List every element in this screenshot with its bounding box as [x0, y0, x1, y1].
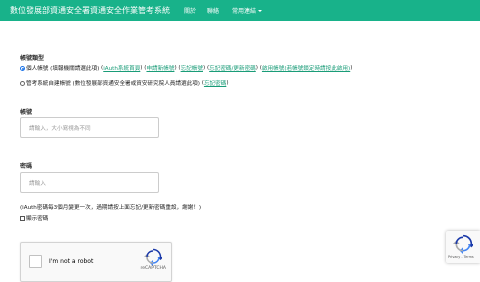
- nav-about-link[interactable]: 關於: [184, 6, 196, 15]
- forgot-password-link[interactable]: 忘記密碼/更新密碼: [209, 64, 256, 72]
- password-input[interactable]: 請輸入: [20, 172, 159, 193]
- caret-down-icon: [258, 9, 263, 12]
- password-label: 密碼: [20, 163, 33, 170]
- personal-account-row: 個人帳號 (填報機關請選此項) (iAuth系統首頁) (申請新帳號) (忘記帳…: [20, 64, 352, 72]
- builtin-account-text: 管考系統自建帳號 (數位發展部資通安全署或資安研究院人員請選此項): [26, 81, 200, 87]
- recaptcha-logo-icon: [144, 248, 162, 266]
- builtin-account-row: 管考系統自建帳號 (數位發展部資通安全署或資安研究院人員請選此項) (忘記密碼): [20, 79, 229, 87]
- nav-contact-link[interactable]: 聯絡: [207, 6, 219, 15]
- recaptcha-badge-icon: [453, 234, 473, 254]
- personal-account-text: 個人帳號 (填報機關請選此項): [26, 66, 100, 72]
- forgot-account-link[interactable]: 忘記帳號: [181, 64, 203, 72]
- recaptcha-widget: I'm not a robot reCAPTCHA: [20, 242, 172, 282]
- top-navbar: 數位發展部資通安全署資通安全作業管考系統 關於 聯絡 常用連結: [0, 0, 480, 21]
- recaptcha-brand: reCAPTCHA: [140, 266, 166, 271]
- recaptcha-badge[interactable]: Privacy - Terms: [446, 231, 480, 263]
- username-input[interactable]: 請輸入，大小寫視為不同: [20, 117, 159, 138]
- activate-account-link[interactable]: 啟用帳號(若帳號鎖定時請按此啟用): [262, 64, 350, 72]
- iauth-home-link[interactable]: iAuth系統首頁: [103, 64, 140, 72]
- username-label: 帳號: [20, 109, 33, 116]
- show-password-label[interactable]: 顯示密碼: [26, 214, 48, 222]
- site-brand[interactable]: 數位發展部資通安全署資通安全作業管考系統: [10, 5, 170, 16]
- account-type-label: 帳號類型: [20, 55, 45, 62]
- recaptcha-label: I'm not a robot: [49, 258, 94, 265]
- builtin-forgot-password-link[interactable]: 忘記密碼: [204, 79, 226, 87]
- builtin-account-radio[interactable]: [20, 80, 25, 86]
- personal-account-radio[interactable]: [20, 65, 25, 71]
- show-password-checkbox[interactable]: [20, 215, 25, 221]
- nav-links-label: 常用連結: [232, 8, 257, 15]
- recaptcha-privacy-terms[interactable]: Privacy - Terms: [448, 255, 474, 259]
- password-note: (iAuth密碼每3個月變更一次，過期請按上面忘記/更新密碼重設，謝謝！): [20, 205, 202, 211]
- apply-account-link[interactable]: 申請新帳號: [146, 64, 174, 72]
- show-password-row: 顯示密碼: [20, 214, 48, 222]
- recaptcha-checkbox[interactable]: [29, 255, 42, 268]
- nav-links-dropdown[interactable]: 常用連結: [232, 6, 263, 15]
